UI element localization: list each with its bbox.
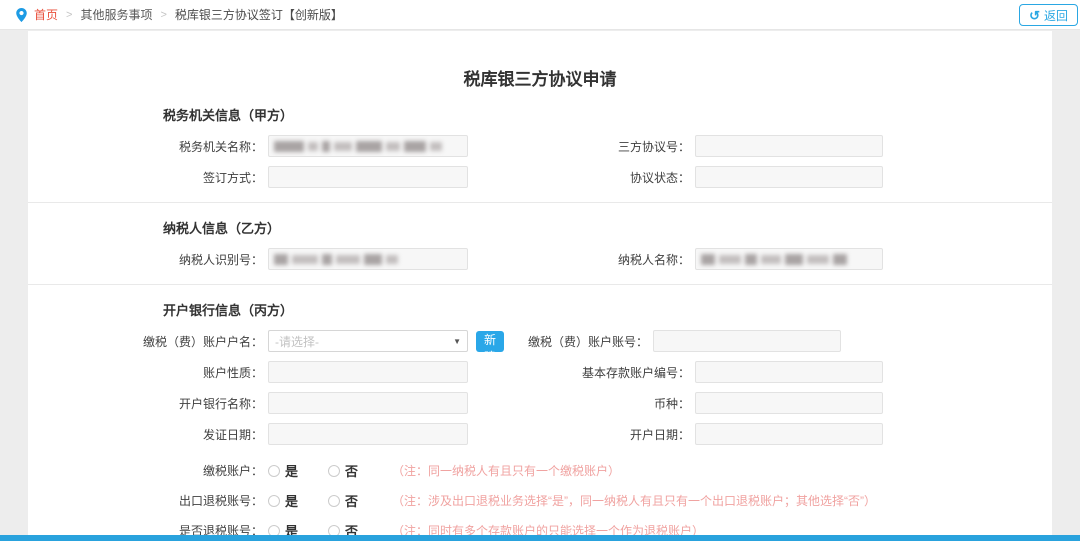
taxpayer-id-label: 纳税人识别号： — [123, 251, 268, 268]
tax-authority-name-input — [268, 135, 468, 157]
taxpayer-name-input — [695, 248, 883, 270]
open-date-input — [695, 423, 883, 445]
account-nature-input — [268, 361, 468, 383]
export-refund-no-radio[interactable]: 否 — [328, 491, 358, 510]
section-title-tax-authority: 税务机关信息（甲方） — [163, 105, 1052, 124]
radio-icon[interactable] — [328, 525, 340, 536]
top-return-label: 返回 — [1044, 7, 1068, 24]
radio-icon[interactable] — [328, 465, 340, 477]
radio-icon[interactable] — [328, 495, 340, 507]
taxpayer-name-label: 纳税人名称： — [468, 251, 695, 268]
tax-authority-name-label: 税务机关名称： — [123, 138, 268, 155]
form-row: 签订方式： 协议状态： — [123, 166, 1052, 188]
export-refund-yes-radio[interactable]: 是 — [268, 491, 298, 510]
refund-account-yes-radio[interactable]: 是 — [268, 521, 298, 535]
form-row: 纳税人识别号： 纳税人名称： — [123, 248, 1052, 270]
undo-arrow-icon: ↺ — [1029, 9, 1040, 22]
radio-row-export-refund-account: 出口退税账号： 是 否 （注：涉及出口退税业务选择“是”，同一纳税人有且只有一个… — [123, 491, 1052, 510]
breadcrumb: 首页 > 其他服务事项 > 税库银三方协议签订【创新版】 — [16, 6, 343, 23]
radio-row-refund-account: 是否退税账号： 是 否 （注：同时有多个存款账户的只能选择一个作为退税账户） — [123, 521, 1052, 535]
tax-account-yes-radio[interactable]: 是 — [268, 461, 298, 480]
export-refund-note: （注：涉及出口退税业务选择“是”，同一纳税人有且只有一个出口退税账户；其他选择“… — [392, 492, 876, 509]
form-row: 缴税（费）账户户名： -请选择- ▼ 新建 缴税（费）账户账号： — [123, 330, 1052, 352]
sign-method-input — [268, 166, 468, 188]
account-holder-selected-value: -请选择- — [275, 333, 319, 350]
basic-deposit-no-label: 基本存款账户编号： — [468, 364, 695, 381]
open-date-label: 开户日期： — [468, 426, 695, 443]
agreement-status-input — [695, 166, 883, 188]
account-holder-label: 缴税（费）账户户名： — [123, 333, 268, 350]
radio-icon[interactable] — [268, 495, 280, 507]
section-divider — [28, 284, 1052, 285]
form-row: 发证日期： 开户日期： — [123, 423, 1052, 445]
currency-input — [695, 392, 883, 414]
top-return-button[interactable]: ↺ 返回 — [1019, 4, 1078, 26]
breadcrumb-current-page: 税库银三方协议签订【创新版】 — [175, 6, 343, 23]
sign-method-label: 签订方式： — [123, 169, 268, 186]
refund-account-note: （注：同时有多个存款账户的只能选择一个作为退税账户） — [392, 522, 704, 535]
basic-deposit-no-input — [695, 361, 883, 383]
account-no-input — [653, 330, 841, 352]
currency-label: 币种： — [468, 395, 695, 412]
section-title-bank: 开户银行信息（丙方） — [163, 300, 1052, 319]
breadcrumb-home-link[interactable]: 首页 — [34, 6, 58, 23]
page-title: 税库银三方协议申请 — [28, 65, 1052, 90]
tax-account-no-radio[interactable]: 否 — [328, 461, 358, 480]
redacted-value — [274, 141, 442, 152]
form-row: 账户性质： 基本存款账户编号： — [123, 361, 1052, 383]
form-row: 开户银行名称： 币种： — [123, 392, 1052, 414]
account-nature-label: 账户性质： — [123, 364, 268, 381]
agreement-status-label: 协议状态： — [468, 169, 695, 186]
radio-row-tax-account: 缴税账户： 是 否 （注：同一纳税人有且只有一个缴税账户） — [123, 461, 1052, 480]
taxpayer-id-input — [268, 248, 468, 270]
issue-date-input — [268, 423, 468, 445]
bottom-accent-bar — [0, 535, 1080, 541]
agreement-no-label: 三方协议号： — [468, 138, 695, 155]
section-divider — [28, 202, 1052, 203]
redacted-value — [701, 254, 847, 265]
redacted-value — [274, 254, 398, 265]
radio-icon[interactable] — [268, 465, 280, 477]
tax-account-label: 缴税账户： — [123, 462, 268, 479]
agreement-no-input — [695, 135, 883, 157]
refund-account-no-radio[interactable]: 否 — [328, 521, 358, 535]
bank-name-input — [268, 392, 468, 414]
section-title-taxpayer: 纳税人信息（乙方） — [163, 218, 1052, 237]
location-pin-icon — [16, 8, 27, 22]
radio-icon[interactable] — [268, 525, 280, 536]
form-row: 税务机关名称： 三方协议号： — [123, 135, 1052, 157]
breadcrumb-separator: > — [160, 9, 166, 21]
breadcrumb-other-services-link[interactable]: 其他服务事项 — [80, 6, 152, 23]
issue-date-label: 发证日期： — [123, 426, 268, 443]
top-bar: 首页 > 其他服务事项 > 税库银三方协议签订【创新版】 ↺ 返回 — [0, 0, 1080, 30]
bank-name-label: 开户银行名称： — [123, 395, 268, 412]
tax-account-note: （注：同一纳税人有且只有一个缴税账户） — [392, 462, 620, 479]
refund-account-label: 是否退税账号： — [123, 522, 268, 535]
account-no-label: 缴税（费）账户账号： — [426, 333, 653, 350]
breadcrumb-separator: > — [66, 9, 72, 21]
main-panel: 税库银三方协议申请 税务机关信息（甲方） 税务机关名称： 三方协议号： 签订方式… — [28, 31, 1052, 535]
export-refund-label: 出口退税账号： — [123, 492, 268, 509]
